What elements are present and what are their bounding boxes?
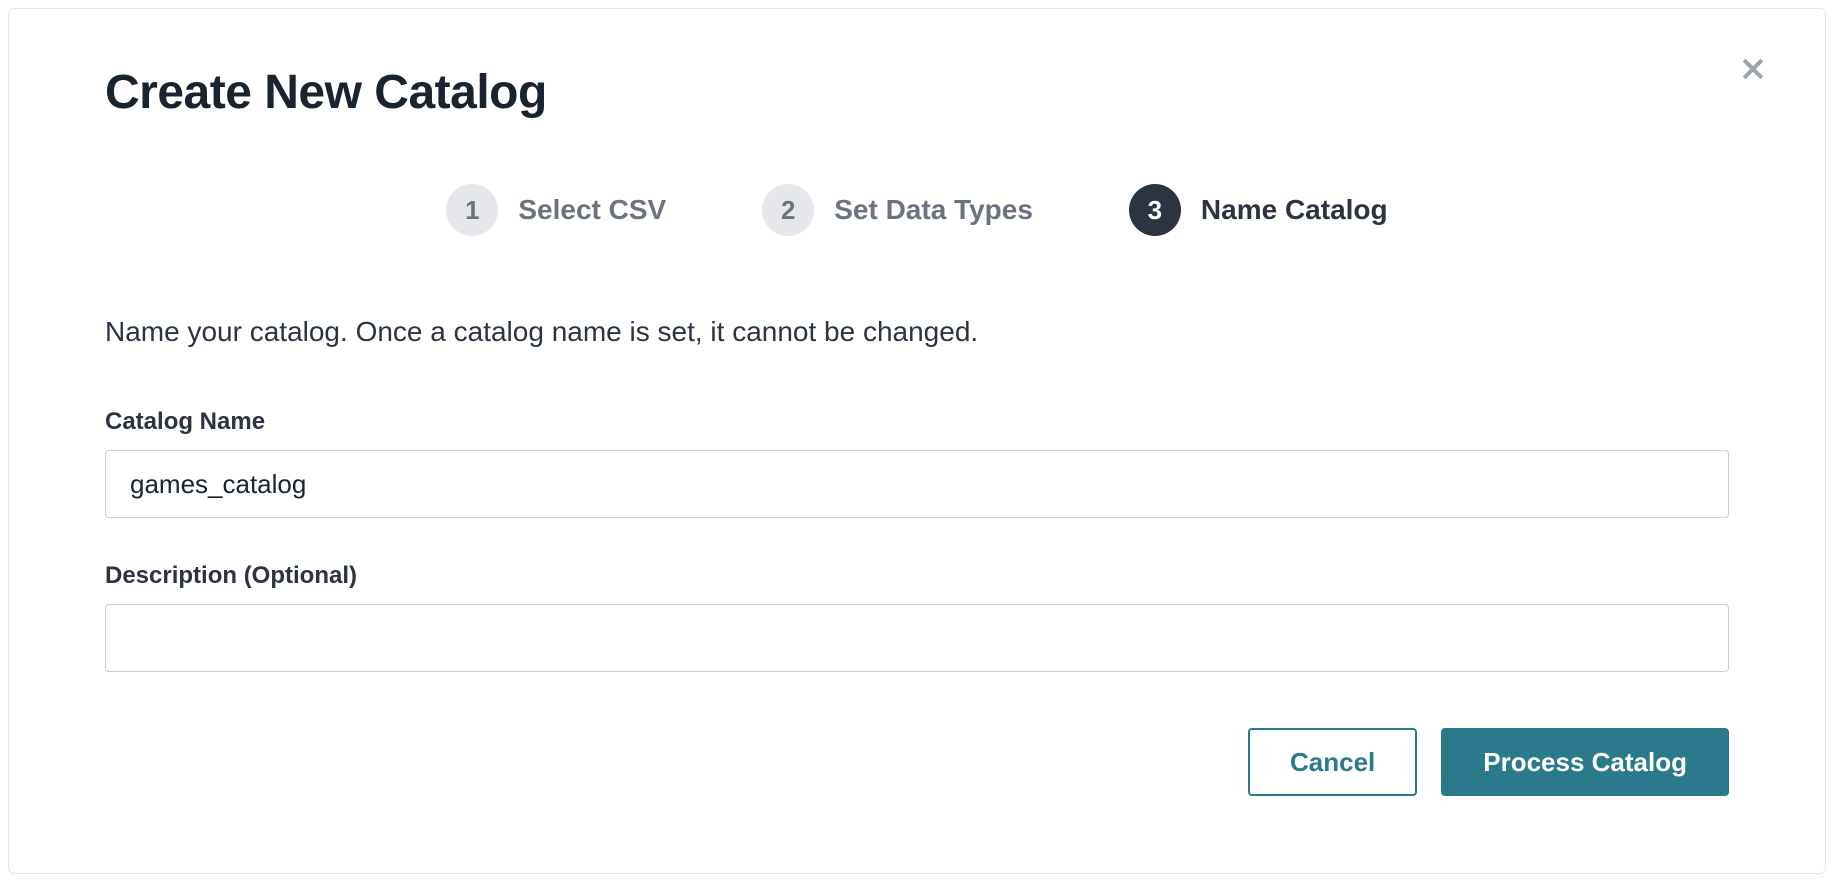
catalog-name-input[interactable] (105, 450, 1729, 518)
description-label: Description (Optional) (105, 562, 1729, 590)
step-number: 3 (1129, 184, 1181, 236)
close-icon[interactable] (1737, 53, 1769, 85)
cancel-button[interactable]: Cancel (1248, 728, 1417, 796)
step-number: 1 (446, 184, 498, 236)
catalog-name-field-group: Catalog Name (105, 408, 1729, 518)
catalog-name-label: Catalog Name (105, 408, 1729, 436)
description-field-group: Description (Optional) (105, 562, 1729, 672)
instruction-text: Name your catalog. Once a catalog name i… (105, 316, 1729, 348)
step-name-catalog[interactable]: 3 Name Catalog (1129, 184, 1388, 236)
modal-title: Create New Catalog (105, 65, 1729, 120)
step-label: Set Data Types (834, 194, 1033, 226)
stepper: 1 Select CSV 2 Set Data Types 3 Name Cat… (105, 184, 1729, 236)
process-catalog-button[interactable]: Process Catalog (1441, 728, 1729, 796)
step-select-csv[interactable]: 1 Select CSV (446, 184, 666, 236)
button-row: Cancel Process Catalog (105, 728, 1729, 796)
step-number: 2 (762, 184, 814, 236)
create-catalog-modal: Create New Catalog 1 Select CSV 2 Set Da… (8, 8, 1826, 874)
description-input[interactable] (105, 604, 1729, 672)
step-label: Name Catalog (1201, 194, 1388, 226)
step-set-data-types[interactable]: 2 Set Data Types (762, 184, 1033, 236)
step-label: Select CSV (518, 194, 666, 226)
